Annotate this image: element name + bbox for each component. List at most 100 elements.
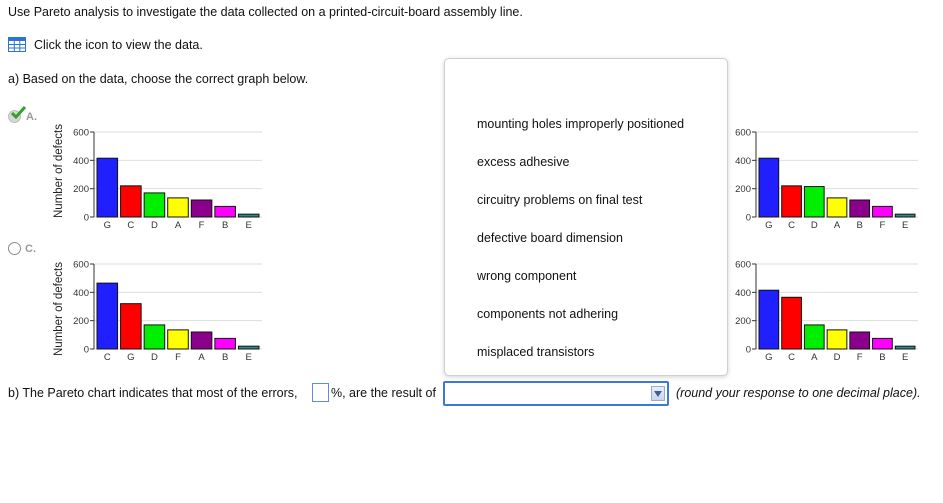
dropdown-option[interactable]: circuitry problems on final test [477, 193, 642, 207]
dropdown-option[interactable]: mounting holes improperly positioned [477, 117, 684, 131]
x-tick-label: E [902, 352, 908, 363]
round-note: (round your response to one decimal plac… [676, 386, 921, 400]
bar [167, 329, 189, 350]
y-tick-label: 400 [735, 288, 751, 299]
option-a-radio[interactable] [8, 106, 26, 124]
x-tick-label: C [788, 220, 795, 231]
bar [894, 213, 916, 218]
dropdown-option[interactable]: wrong component [477, 269, 576, 283]
bar [96, 282, 119, 350]
y-tick-label: 600 [73, 128, 89, 139]
part-a-prompt: a) Based on the data, choose the correct… [8, 72, 309, 86]
bar [849, 331, 871, 350]
x-tick-label: A [198, 352, 205, 363]
dropdown-option[interactable]: defective board dimension [477, 231, 623, 245]
y-tick-label: 0 [746, 345, 751, 356]
option-c-letter: C. [25, 242, 36, 255]
bar [781, 185, 802, 218]
dropdown-option[interactable]: excess adhesive [477, 155, 569, 169]
y-tick-label: 600 [735, 260, 751, 271]
bar [120, 303, 142, 350]
x-tick-label: F [880, 220, 886, 231]
bar [190, 199, 213, 218]
x-tick-label: F [175, 352, 181, 363]
x-tick-label: C [127, 220, 134, 231]
view-data-label[interactable]: Click the icon to view the data. [34, 38, 203, 52]
x-tick-label: G [127, 352, 134, 363]
x-tick-label: G [765, 220, 772, 231]
dropdown-option[interactable]: misplaced transistors [477, 345, 594, 359]
question-title: Use Pareto analysis to investigate the d… [8, 5, 523, 19]
y-tick-label: 400 [73, 156, 89, 167]
y-tick-label: 200 [73, 316, 89, 327]
view-data-link[interactable]: Click the icon to view the data. [8, 37, 203, 52]
y-tick-label: 200 [735, 184, 751, 195]
bar [758, 289, 780, 350]
bar [872, 205, 893, 218]
y-tick-label: 400 [735, 156, 751, 167]
bar [120, 185, 142, 218]
y-tick-label: 200 [735, 316, 751, 327]
x-tick-label: D [151, 352, 158, 363]
dropdown-arrow-icon[interactable] [651, 386, 665, 401]
chart-d: 0 200 400 600 G C A D F B E [735, 260, 918, 363]
x-tick-label: A [811, 352, 818, 363]
bar [214, 337, 236, 350]
x-tick-label: A [175, 220, 182, 231]
x-tick-label: F [199, 220, 205, 231]
x-tick-label: E [246, 220, 252, 231]
x-tick-label: B [857, 220, 863, 231]
x-tick-label: D [834, 352, 841, 363]
chart-c: 0 200 400 600 C G D F A B E [73, 260, 262, 363]
bar [803, 324, 825, 350]
chart-b: 0 200 400 600 G C D A B F E [735, 128, 918, 231]
bar [803, 186, 825, 218]
x-tick-label: D [811, 220, 818, 231]
cause-select[interactable] [443, 381, 669, 406]
percent-input[interactable] [312, 383, 329, 402]
y-tick-label: 0 [746, 213, 751, 224]
option-c[interactable]: C. [8, 242, 36, 255]
bar [167, 197, 189, 218]
bar [237, 345, 260, 350]
x-tick-label: C [788, 352, 795, 363]
x-tick-label: B [222, 220, 228, 231]
x-tick-label: F [857, 352, 863, 363]
y-tick-label: 600 [73, 260, 89, 271]
bar [872, 337, 893, 350]
bar [237, 213, 260, 218]
bar [96, 157, 119, 218]
x-tick-label: E [246, 352, 252, 363]
bar [190, 331, 213, 350]
chart-a: 0 200 400 600 G C D A F B E [73, 128, 262, 231]
bar [826, 329, 848, 350]
table-icon[interactable] [8, 37, 26, 52]
option-a-letter: A. [26, 111, 37, 123]
percent-label: %, are the result of [331, 386, 436, 400]
y-tick-label: 0 [84, 213, 89, 224]
dropdown-option[interactable]: components not adhering [477, 307, 618, 321]
option-c-radio[interactable] [8, 242, 21, 255]
x-tick-label: B [879, 352, 885, 363]
x-tick-label: C [104, 352, 111, 363]
x-tick-label: A [834, 220, 841, 231]
x-tick-label: G [765, 352, 772, 363]
x-tick-label: B [222, 352, 228, 363]
bar [826, 197, 848, 218]
bar [781, 296, 802, 350]
part-b-prompt: b) The Pareto chart indicates that most … [8, 386, 298, 400]
x-tick-label: G [104, 220, 111, 231]
y-tick-label: 400 [73, 288, 89, 299]
y-tick-label: 0 [84, 345, 89, 356]
bar [143, 192, 166, 218]
bar [758, 157, 780, 218]
x-tick-label: D [151, 220, 158, 231]
option-a[interactable]: A. [8, 106, 37, 124]
bar [143, 324, 166, 350]
x-tick-label: E [902, 220, 908, 231]
y-tick-label: 200 [73, 184, 89, 195]
dropdown-list: mounting holes improperly positioned exc… [444, 58, 728, 376]
y-tick-label: 600 [735, 128, 751, 139]
checkmark-icon [11, 106, 26, 119]
bar [894, 345, 916, 350]
